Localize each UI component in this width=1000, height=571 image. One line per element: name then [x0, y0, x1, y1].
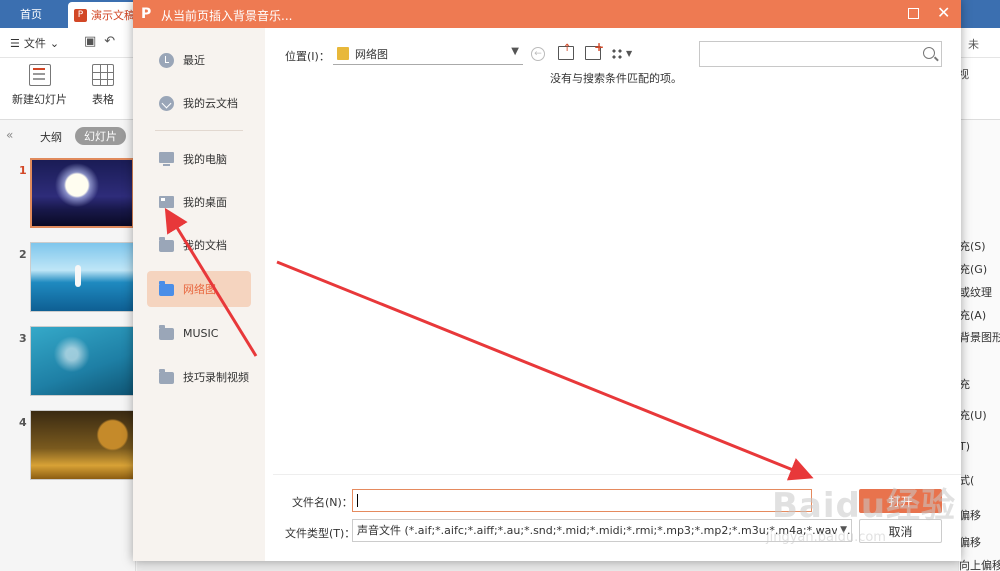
place-label: 我的文档 [183, 239, 227, 252]
desktop-icon [159, 196, 174, 208]
dialog-title: 从当前页插入背景音乐... [161, 9, 293, 23]
filetype-label: 文件类型(T)： [285, 527, 356, 540]
place-label: MUSIC [183, 326, 219, 340]
chevron-down-icon: ⌄ [49, 36, 60, 50]
new-slide-button[interactable]: 新建幻灯片 [12, 64, 67, 107]
slide-thumbnail[interactable] [30, 242, 134, 312]
tab-document[interactable]: P 演示文稿 [68, 2, 138, 28]
baidu-watermark: Baidu经验 jingyan.baidu.com [760, 478, 960, 558]
slide-thumbnail[interactable] [30, 326, 134, 396]
places-divider [155, 130, 243, 131]
place-tips-videos[interactable]: 技巧录制视频 [147, 359, 251, 395]
slides-panel: « 大纲 幻灯片 1 2 3 4 [0, 120, 136, 571]
slide-number: 4 [19, 416, 27, 429]
file-list[interactable] [273, 82, 953, 474]
place-cloud-docs[interactable]: 我的云文档 [147, 85, 251, 121]
computer-icon [159, 152, 174, 166]
slide-number: 3 [19, 332, 27, 345]
properties-option[interactable]: 充(A) [959, 307, 986, 323]
watermark-url: jingyan.baidu.com [766, 530, 886, 545]
tab-document-label: 演示文稿 [91, 9, 135, 22]
properties-option[interactable]: 向上偏移(O) [959, 557, 1000, 571]
place-label: 我的云文档 [183, 97, 238, 110]
hamburger-icon: ☰ [10, 36, 20, 50]
places-sidebar: 最近 我的云文档 我的电脑 我的桌面 我的文档 网络图 MUSIC 技巧录制视频 [133, 28, 265, 561]
file-menu-label: 文件 [23, 37, 46, 50]
folder-icon [159, 281, 174, 296]
up-folder-icon[interactable] [558, 43, 574, 60]
cloud-icon [159, 95, 174, 111]
place-my-desktop[interactable]: 我的桌面 [147, 184, 251, 220]
place-label: 我的电脑 [183, 153, 227, 166]
menu-right-label[interactable]: 未 [968, 36, 979, 52]
folder-icon [159, 325, 174, 340]
properties-option[interactable]: 式( [959, 472, 974, 488]
properties-option[interactable]: 充(G) [959, 261, 987, 277]
wps-logo-icon: P [141, 6, 152, 22]
location-label: 位置(I)： [285, 50, 330, 63]
properties-option[interactable]: 或纹理 [959, 284, 992, 300]
slide-number: 1 [19, 164, 27, 177]
filename-label: 文件名(N)： [292, 496, 353, 509]
new-slide-icon [28, 64, 51, 86]
table-label: 表格 [92, 93, 114, 106]
back-icon[interactable]: ← [531, 47, 545, 61]
slide-thumbnail[interactable] [30, 158, 134, 228]
close-icon[interactable]: ✕ [937, 3, 950, 22]
maximize-icon[interactable] [908, 8, 919, 19]
tab-home[interactable]: 首页 [0, 0, 62, 28]
place-label: 最近 [183, 54, 205, 67]
dialog-title-bar[interactable]: P 从当前页插入背景音乐... ✕ [133, 0, 961, 28]
table-button[interactable]: 表格 [92, 64, 114, 107]
place-my-documents[interactable]: 我的文档 [147, 227, 251, 263]
properties-option[interactable]: 背景图形 [959, 329, 1000, 345]
tab-outline[interactable]: 大纲 [40, 129, 62, 145]
filename-input[interactable] [352, 489, 812, 512]
text-caret [357, 494, 358, 507]
clock-icon [159, 52, 174, 68]
new-slide-label: 新建幻灯片 [12, 93, 67, 106]
place-music[interactable]: MUSIC [147, 315, 251, 351]
slides-panel-header: « 大纲 幻灯片 [0, 126, 136, 146]
file-menu-button[interactable]: ☰ 文件 ⌄ [10, 35, 59, 51]
slide-thumbnail[interactable] [30, 410, 134, 480]
empty-results-message: 没有与搜索条件匹配的项。 [550, 72, 682, 85]
properties-option[interactable]: 偏移 [959, 507, 981, 523]
place-recent[interactable]: 最近 [147, 42, 251, 78]
properties-panel: 充(S) 充(G) 或纹理 充(A) 背景图形 充 充(U) T) 式( 偏移 … [958, 120, 1000, 571]
tab-slides[interactable]: 幻灯片 [75, 127, 126, 145]
undo-icon[interactable]: ↶ [104, 34, 115, 49]
chevron-down-icon[interactable]: ▼ [626, 49, 632, 58]
folder-icon [159, 369, 174, 384]
search-input[interactable] [699, 41, 942, 67]
slide-number: 2 [19, 248, 27, 261]
properties-option[interactable]: 充(S) [959, 238, 986, 254]
folder-icon [159, 237, 174, 252]
place-network-images[interactable]: 网络图 [147, 271, 251, 307]
watermark-text: Baidu经验 [772, 486, 957, 526]
place-label: 网络图 [183, 283, 216, 296]
save-icon[interactable]: ▣ [84, 34, 96, 49]
presentation-logo-icon: P [74, 8, 87, 22]
collapse-panel-icon[interactable]: « [6, 128, 13, 142]
location-select[interactable]: 网络图 ▼ [333, 43, 523, 65]
search-icon[interactable] [923, 47, 935, 59]
place-label: 我的桌面 [183, 196, 227, 209]
location-value: 网络图 [355, 47, 388, 61]
new-folder-icon[interactable] [585, 40, 604, 60]
place-my-computer[interactable]: 我的电脑 [147, 141, 251, 177]
folder-icon [337, 47, 349, 60]
quick-access-toolbar: ▣ ↶ [84, 34, 115, 49]
table-icon [92, 64, 114, 86]
properties-option[interactable]: 偏移 [959, 534, 981, 550]
properties-option[interactable]: 充(U) [959, 407, 987, 423]
view-mode-icon[interactable] [611, 48, 623, 60]
chevron-down-icon: ▼ [511, 46, 519, 57]
insert-music-dialog: P 从当前页插入背景音乐... ✕ 最近 我的云文档 我的电脑 我的桌面 我的文… [133, 0, 961, 561]
place-label: 技巧录制视频 [183, 371, 249, 384]
